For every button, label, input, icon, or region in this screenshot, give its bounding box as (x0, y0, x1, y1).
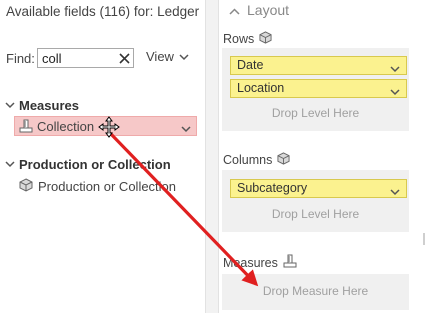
row-pill-location[interactable]: Location (230, 79, 407, 98)
group-label: Measures (19, 98, 79, 113)
available-fields-title: Available fields (116) for: Ledger (6, 4, 200, 19)
scrollbar-handle[interactable] (423, 233, 425, 245)
field-item-production-or-collection[interactable]: Production or Collection (19, 178, 176, 195)
view-label: View (146, 49, 174, 64)
group-production-or-collection[interactable]: Production or Collection (5, 157, 171, 172)
rows-label: Rows (223, 31, 272, 47)
chevron-down-icon[interactable] (390, 84, 400, 101)
layout-title: Layout (247, 2, 290, 18)
move-cursor-icon (98, 116, 120, 138)
field-label: Collection (37, 118, 95, 134)
column-pill-subcategory[interactable]: Subcategory (230, 179, 407, 198)
measures-drop-text: Drop Measure Here (262, 284, 369, 298)
available-fields-panel: Available fields (116) for: Ledger Find:… (0, 0, 205, 313)
measure-ruler-icon (18, 118, 34, 134)
columns-drop-zone[interactable]: Subcategory Drop Level Here (222, 170, 409, 232)
layout-header[interactable]: Layout (229, 2, 289, 18)
find-label: Find: (6, 51, 35, 66)
columns-label: Columns (223, 152, 290, 168)
row-pill-date[interactable]: Date (230, 56, 407, 75)
measure-ruler-icon (283, 254, 297, 271)
group-label: Production or Collection (19, 157, 171, 172)
close-icon[interactable] (116, 49, 132, 67)
columns-drop-text: Drop Level Here (271, 207, 360, 221)
chevron-down-icon (179, 49, 189, 64)
chevron-down-icon[interactable] (181, 121, 191, 136)
rows-drop-zone[interactable]: Date Location Drop Level Here (222, 48, 409, 131)
panel-splitter[interactable] (205, 0, 219, 313)
dimension-cube-icon (259, 31, 272, 47)
dimension-cube-icon (19, 178, 33, 195)
chevron-down-icon[interactable] (390, 61, 400, 78)
rows-label-text: Rows (223, 32, 255, 46)
chevron-down-icon[interactable] (390, 184, 400, 201)
measures-label: Measures (223, 254, 297, 271)
chevron-up-icon (229, 2, 240, 18)
dimension-cube-icon (277, 152, 290, 168)
chevron-down-icon (5, 160, 15, 170)
rows-drop-text: Drop Level Here (271, 106, 360, 120)
measures-drop-zone[interactable]: Drop Measure Here (222, 274, 409, 310)
field-label: Production or Collection (38, 179, 177, 194)
measures-label-text: Measures (223, 255, 278, 270)
group-measures[interactable]: Measures (5, 98, 79, 113)
columns-label-text: Columns (223, 153, 273, 167)
layout-panel: Layout Rows Date Location Drop Level Her… (219, 0, 413, 313)
chevron-down-icon (5, 101, 15, 111)
view-dropdown[interactable]: View (146, 49, 189, 64)
